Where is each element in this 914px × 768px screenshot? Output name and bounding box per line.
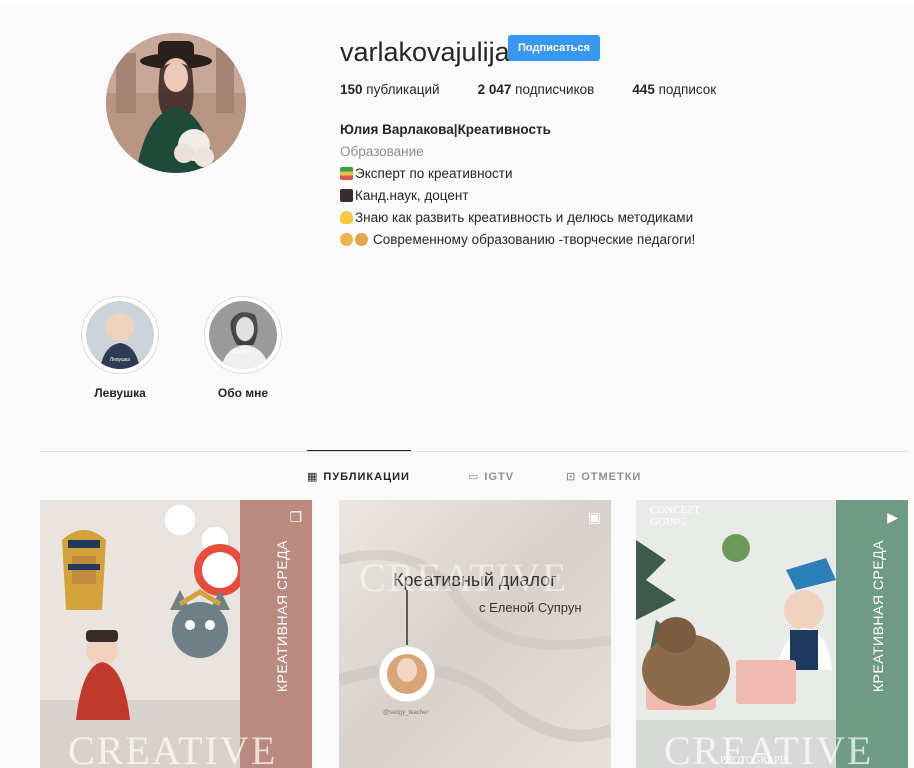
highlight-item[interactable]: Левушка Левушка [75,296,165,400]
profile-full-name: Юлия Варлакова|Креативность [340,122,551,137]
profile-stats: 150 публикаций 2 047 подписчиков 445 под… [340,82,716,97]
follow-button[interactable]: Подписаться [508,35,600,61]
stat-posts-count: 150 [340,82,363,97]
post-watermark: CREATIVE [359,555,569,600]
post-vertical-text: КРЕАТИВНАЯ СРЕДА [274,540,290,693]
child-emoji-icon [340,233,353,246]
stat-following-count: 445 [632,82,655,97]
post-thumbnail[interactable]: КРЕАТИВНАЯ СРЕДА CREATIVE ❐ [40,500,312,768]
teacher-emoji-icon [340,189,353,202]
tab-tagged-label: ОТМЕТКИ [581,470,642,483]
bio-line-text: Знаю как развить креативность и делюсь м… [355,210,694,225]
highlight-label: Левушка [94,386,146,400]
stat-followers-count: 2 047 [477,82,512,97]
post-header-text: CONCEPT GGING [650,504,700,528]
stat-following[interactable]: 445 подписок [632,82,716,97]
bio-line: Современному образованию -творческие пед… [340,229,695,251]
profile-avatar[interactable] [106,33,246,173]
play-icon: ▶ [887,509,898,525]
highlight-cover-text: Левушка [110,357,130,363]
igtv-icon: ▣ [587,509,601,525]
highlight-cover: Левушка [86,301,154,369]
stat-posts-label: публикаций [366,82,440,97]
lightbulb-emoji-icon [340,211,353,224]
books-emoji-icon [340,167,353,180]
bio-line: Эксперт по креативности [340,163,695,185]
highlight-item[interactable]: Обо мне Обо мне [198,296,288,400]
post-caption: PHOTOGRAPH [720,755,788,766]
stat-followers-label: подписчиков [515,82,595,97]
post-handle: @sedgy_teacher [383,710,429,716]
grid-icon: ▦ [307,471,319,483]
tagged-icon: ⊡ [566,471,577,483]
stat-posts: 150 публикаций [340,82,440,97]
tab-tagged[interactable]: ⊡ ОТМЕТКИ [566,470,642,484]
highlight-ring: Обо мне [204,296,282,374]
top-bar [0,0,914,6]
post-watermark: CREATIVE [68,728,278,768]
profile-category: Образование [340,144,424,159]
highlight-ring: Левушка [81,296,159,374]
highlight-label: Обо мне [217,386,269,400]
profile-username: varlakovajulija [340,37,510,67]
highlight-cover-text: Обо мне [231,349,251,355]
tabs-divider [40,451,908,452]
bio-line-text: Современному образованию -творческие пед… [373,232,696,247]
post-thumbnail[interactable]: КРЕАТИВНАЯ СРЕДА CONCEPT GGING CREATIVE … [636,500,908,768]
palette-emoji-icon [355,233,368,246]
tab-igtv[interactable]: ▭ IGTV [468,470,515,484]
bio-line-text: Канд.наук, доцент [355,188,469,203]
post-vertical-text: КРЕАТИВНАЯ СРЕДА [870,540,886,693]
tab-igtv-label: IGTV [484,470,515,483]
active-tab-indicator [307,450,411,451]
post-subtitle: с Еленой Супрун [479,600,582,615]
bio-line: Знаю как развить креативность и делюсь м… [340,207,695,229]
bio-line-text: Эксперт по креативности [355,166,513,181]
tab-posts-label: ПУБЛИКАЦИИ [323,470,410,483]
stat-following-label: подписок [658,82,717,97]
igtv-icon: ▭ [468,471,480,483]
carousel-icon: ❐ [289,509,302,525]
tab-posts[interactable]: ▦ ПУБЛИКАЦИИ [307,470,410,484]
bio-line: Канд.наук, доцент [340,185,695,207]
highlight-cover: Обо мне [209,301,277,369]
post-thumbnail[interactable]: Креативный диалог с Еленой Супрун @sedgy… [339,500,611,768]
profile-bio: Юлия Варлакова|Креативность Образование … [340,119,695,251]
stat-followers[interactable]: 2 047 подписчиков [478,82,595,97]
